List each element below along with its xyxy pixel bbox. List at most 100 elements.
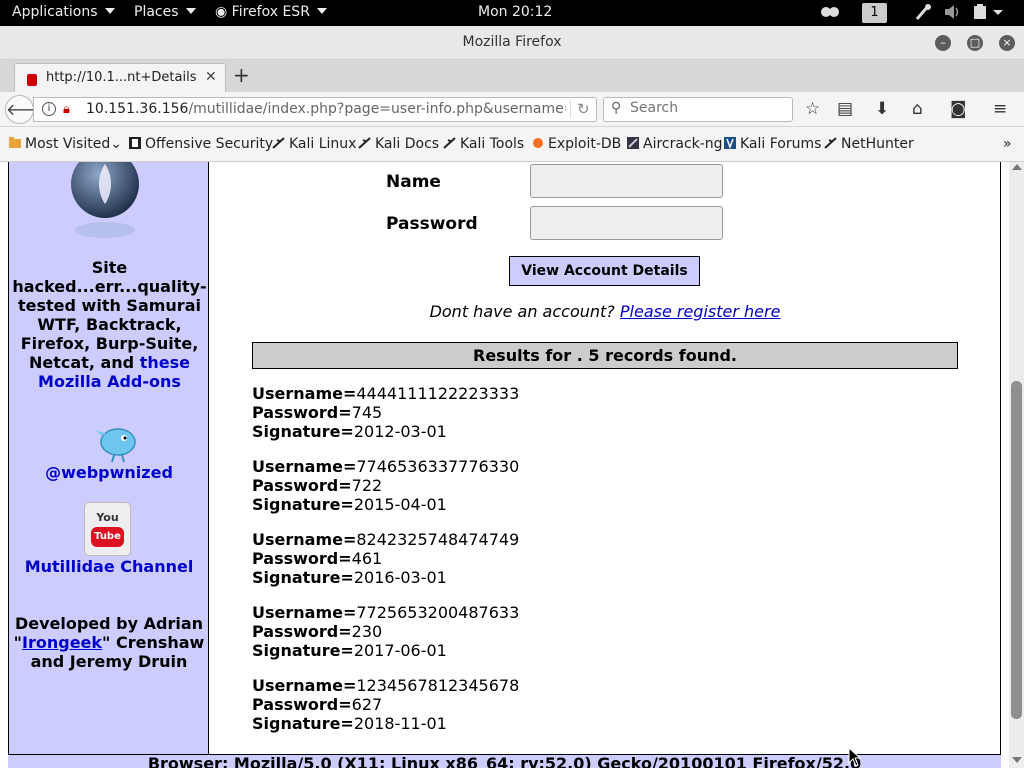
places-menu[interactable]: Places xyxy=(134,4,196,20)
record-signature-label: Signature= xyxy=(252,422,354,441)
chevron-down-icon xyxy=(104,8,115,14)
bookmark-exploit-db[interactable]: Exploit-DB xyxy=(531,136,621,152)
minimize-button[interactable]: – xyxy=(935,35,951,51)
aircrack-icon xyxy=(627,137,639,149)
bookmark-most-visited[interactable]: Most Visited⌄ xyxy=(8,136,122,152)
no-account-text: Dont have an account? xyxy=(429,302,615,321)
network-icon[interactable] xyxy=(914,3,932,25)
new-tab-button[interactable]: + xyxy=(233,63,250,87)
kali-dragon-icon xyxy=(358,137,371,149)
record-signature-value: 2015-04-01 xyxy=(353,495,447,514)
bookmark-kali-forums[interactable]: Kali Forums xyxy=(723,136,821,152)
bookmark-label: Exploit-DB xyxy=(548,136,622,152)
info-icon[interactable]: i xyxy=(42,102,56,116)
mutillidae-channel-link[interactable]: Mutillidae Channel xyxy=(9,557,209,576)
chevron-down-icon xyxy=(316,8,327,14)
name-field[interactable] xyxy=(530,164,723,198)
close-window-button[interactable]: × xyxy=(999,35,1015,51)
bookmark-nethunter[interactable]: NetHunter xyxy=(824,136,914,152)
bookmark-kali-linux[interactable]: Kali Linux xyxy=(272,136,356,152)
search-box[interactable]: ⚲ xyxy=(603,97,793,122)
bookmarks-overflow-icon[interactable]: » xyxy=(1003,136,1012,152)
twitter-bird-icon[interactable] xyxy=(92,426,144,464)
bookmark-aircrack-ng[interactable]: Aircrack-ng xyxy=(626,136,723,152)
password-label: Password xyxy=(386,214,478,234)
record-username-label: Username= xyxy=(252,676,357,695)
kali-dragon-icon xyxy=(443,137,456,149)
bookmark-label: Offensive Security xyxy=(145,136,274,152)
kali-dragon-icon xyxy=(272,137,285,149)
record-signature-value: 2016-03-01 xyxy=(353,568,447,587)
record-username-line: Username=4444111122223333 xyxy=(252,384,519,403)
record-signature-line: Signature=2012-03-01 xyxy=(252,422,519,441)
record-password-line: Password=627 xyxy=(252,695,519,714)
main-content: Name Password View Account Details Dont … xyxy=(209,162,1001,754)
reload-icon[interactable]: ↻ xyxy=(570,100,590,118)
result-record: Username=1234567812345678 Password=627 Sig… xyxy=(252,676,519,749)
browser-tab[interactable]: http://10.1...nt+Details ✕ xyxy=(14,63,226,93)
downloads-icon[interactable]: ⬇ xyxy=(875,99,889,119)
folder-icon xyxy=(9,137,21,148)
tab-title: http://10.1...nt+Details xyxy=(46,70,197,85)
close-tab-icon[interactable]: ✕ xyxy=(205,69,217,85)
bookmark-label: Aircrack-ng xyxy=(643,136,723,152)
owasp-logo xyxy=(71,162,139,238)
record-signature-line: Signature=2015-04-01 xyxy=(252,495,519,514)
scrollbar-thumb[interactable] xyxy=(1011,381,1022,719)
volume-icon[interactable] xyxy=(943,3,961,25)
back-button[interactable]: 🡐 xyxy=(5,95,49,124)
record-password-line: Password=745 xyxy=(252,403,519,422)
developer-credits: Developed by Adrian "Irongeek" Crenshaw … xyxy=(9,614,209,671)
record-password-label: Password= xyxy=(252,549,352,568)
exploit-db-icon xyxy=(533,138,543,148)
workspace-indicator[interactable]: 1 xyxy=(862,3,887,23)
url-text[interactable]: 10.151.36.156/mutillidae/index.php?page=… xyxy=(86,101,566,117)
pocket-icon[interactable]: ◙ xyxy=(950,99,967,119)
view-account-details-button[interactable]: View Account Details xyxy=(509,256,700,286)
bookmark-offensive-security[interactable]: Offensive Security xyxy=(128,136,273,152)
hamburger-menu-icon[interactable]: ≡ xyxy=(993,99,1007,119)
reading-list-icon[interactable]: ▤ xyxy=(837,99,853,119)
password-field[interactable] xyxy=(530,206,723,240)
insecure-lock-icon[interactable]: 🔒︎ xyxy=(63,102,70,117)
page-scrollbar[interactable] xyxy=(1009,162,1024,768)
record-username-label: Username= xyxy=(252,530,357,549)
firefox-app-menu[interactable]: ◉ Firefox ESR xyxy=(215,4,327,20)
record-signature-label: Signature= xyxy=(252,714,354,733)
bookmark-kali-tools[interactable]: Kali Tools xyxy=(443,136,524,152)
youtube-icon-tube-text: Tube xyxy=(91,527,124,547)
youtube-icon-you-text: You xyxy=(96,511,119,524)
url-bar[interactable]: i 🔒︎ 10.151.36.156/mutillidae/index.php?… xyxy=(33,97,597,122)
clock[interactable]: Mon 20:12 xyxy=(478,4,552,20)
result-record: Username=4444111122223333 Password=745 Sig… xyxy=(252,384,519,457)
power-menu[interactable] xyxy=(972,3,1004,25)
page-favicon xyxy=(27,74,37,86)
scroll-down-arrow-icon[interactable] xyxy=(1012,757,1022,763)
result-record: Username=7746536337776330 Password=722 Sig… xyxy=(252,457,519,530)
tab-strip: http://10.1...nt+Details ✕ + xyxy=(0,60,1024,93)
search-input[interactable] xyxy=(630,100,785,116)
record-username-value: 7725653200487633 xyxy=(356,603,520,622)
irongeek-link[interactable]: Irongeek xyxy=(22,633,102,652)
record-signature-value: 2017-06-01 xyxy=(353,641,447,660)
firefox-app-label: Firefox ESR xyxy=(231,4,310,20)
register-link[interactable]: Please register here xyxy=(620,302,781,321)
tray-app-icon[interactable] xyxy=(820,3,840,25)
youtube-icon[interactable]: You Tube xyxy=(84,502,131,556)
bookmark-star-icon[interactable]: ☆ xyxy=(805,99,820,119)
applications-menu[interactable]: Applications xyxy=(12,4,115,20)
search-icon: ⚲ xyxy=(611,100,622,116)
record-signature-label: Signature= xyxy=(252,568,354,587)
scroll-up-arrow-icon[interactable] xyxy=(1012,164,1022,170)
record-password-label: Password= xyxy=(252,403,352,422)
record-username-value: 4444111122223333 xyxy=(356,384,520,403)
kali-forums-icon xyxy=(724,137,736,150)
twitter-link[interactable]: @webpwnized xyxy=(9,463,209,482)
offsec-icon xyxy=(129,137,141,149)
page-viewport: Site hacked...err...quality-tested with … xyxy=(0,162,1024,768)
maximize-button[interactable]: □ xyxy=(967,35,983,51)
home-icon[interactable]: ⌂ xyxy=(912,99,923,119)
bookmark-kali-docs[interactable]: Kali Docs xyxy=(358,136,439,152)
chevron-down-icon: ⌄ xyxy=(110,136,122,152)
left-sidebar: Site hacked...err...quality-tested with … xyxy=(8,162,209,754)
